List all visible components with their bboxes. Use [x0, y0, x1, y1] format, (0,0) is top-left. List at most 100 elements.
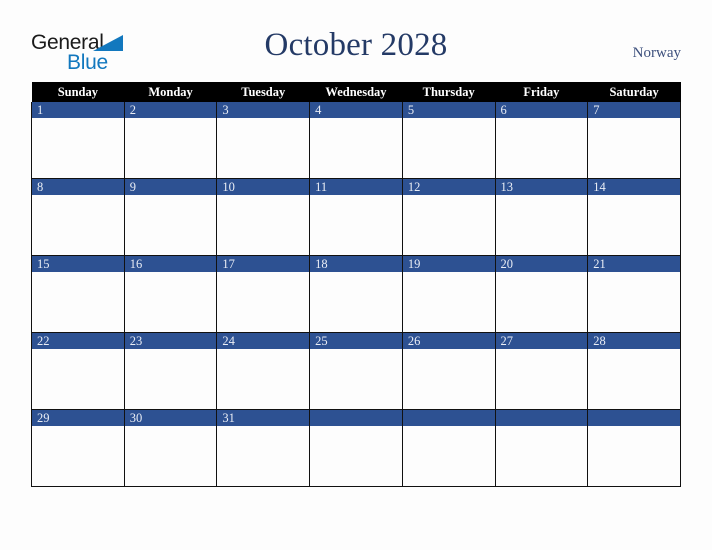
weekday-header-row: Sunday Monday Tuesday Wednesday Thursday… — [31, 82, 681, 102]
day-notes-area[interactable] — [217, 118, 310, 178]
day-number: 7 — [588, 102, 680, 118]
day-notes-area[interactable] — [310, 426, 402, 486]
day-notes-area[interactable] — [310, 272, 402, 332]
day-number: 24 — [217, 333, 310, 349]
calendar-day-cell[interactable]: 25 — [309, 332, 403, 410]
day-number: 26 — [402, 333, 495, 349]
day-notes-area[interactable] — [495, 195, 588, 255]
day-number — [588, 410, 680, 426]
day-notes-area[interactable] — [588, 118, 680, 178]
day-number: 11 — [310, 179, 402, 195]
calendar-week-row: 22 23 24 25 26 27 28 — [31, 332, 681, 410]
day-notes-area[interactable] — [402, 118, 495, 178]
day-notes-area[interactable] — [495, 272, 588, 332]
day-notes-area[interactable] — [124, 272, 217, 332]
day-number: 19 — [402, 256, 495, 272]
day-notes-area[interactable] — [310, 349, 402, 409]
day-notes-area[interactable] — [124, 195, 217, 255]
day-notes-area[interactable] — [310, 118, 402, 178]
day-number: 4 — [310, 102, 402, 118]
calendar-day-cell[interactable]: 30 — [123, 409, 218, 487]
calendar-day-cell[interactable]: 28 — [587, 332, 681, 410]
calendar-day-cell[interactable]: 20 — [494, 255, 589, 333]
calendar-day-cell[interactable]: 18 — [309, 255, 403, 333]
day-notes-area[interactable] — [402, 349, 495, 409]
calendar-day-cell[interactable]: 27 — [494, 332, 589, 410]
day-number: 15 — [32, 256, 124, 272]
day-number: 13 — [495, 179, 588, 195]
calendar-day-cell[interactable]: 11 — [309, 178, 403, 256]
weekday-header-tuesday: Tuesday — [216, 82, 310, 102]
day-number: 3 — [217, 102, 310, 118]
day-notes-area[interactable] — [402, 426, 495, 486]
calendar-day-cell[interactable]: 8 — [31, 178, 125, 256]
calendar-day-cell[interactable]: 5 — [401, 102, 496, 179]
day-notes-area[interactable] — [402, 272, 495, 332]
day-notes-area[interactable] — [588, 426, 680, 486]
day-number: 18 — [310, 256, 402, 272]
day-notes-area[interactable] — [32, 118, 124, 178]
day-number: 27 — [495, 333, 588, 349]
day-notes-area[interactable] — [124, 426, 217, 486]
page-header: General Blue October 2028 Norway — [0, 0, 712, 82]
calendar-day-cell-empty[interactable] — [401, 409, 496, 487]
calendar-day-cell[interactable]: 14 — [587, 178, 681, 256]
day-notes-area[interactable] — [402, 195, 495, 255]
calendar-week-row: 1 2 3 4 5 6 7 — [31, 102, 681, 179]
day-number: 20 — [495, 256, 588, 272]
calendar-day-cell[interactable]: 15 — [31, 255, 125, 333]
calendar-day-cell[interactable]: 26 — [401, 332, 496, 410]
calendar-day-cell-empty[interactable] — [494, 409, 589, 487]
calendar-day-cell[interactable]: 21 — [587, 255, 681, 333]
country-label: Norway — [632, 45, 681, 61]
day-notes-area[interactable] — [495, 349, 588, 409]
day-number: 28 — [588, 333, 680, 349]
day-notes-area[interactable] — [32, 195, 124, 255]
day-notes-area[interactable] — [495, 426, 588, 486]
day-notes-area[interactable] — [588, 195, 680, 255]
day-notes-area[interactable] — [588, 349, 680, 409]
calendar-day-cell[interactable]: 16 — [123, 255, 218, 333]
calendar-day-cell[interactable]: 6 — [494, 102, 589, 179]
day-notes-area[interactable] — [217, 426, 310, 486]
day-notes-area[interactable] — [588, 272, 680, 332]
day-notes-area[interactable] — [495, 118, 588, 178]
day-notes-area[interactable] — [32, 349, 124, 409]
calendar-day-cell[interactable]: 7 — [587, 102, 681, 179]
day-notes-area[interactable] — [217, 272, 310, 332]
weekday-header-monday: Monday — [124, 82, 217, 102]
day-notes-area[interactable] — [124, 349, 217, 409]
calendar-day-cell[interactable]: 22 — [31, 332, 125, 410]
calendar-day-cell[interactable]: 12 — [401, 178, 496, 256]
day-number: 30 — [124, 410, 217, 426]
day-notes-area[interactable] — [32, 272, 124, 332]
day-notes-area[interactable] — [32, 426, 124, 486]
calendar-day-cell[interactable]: 23 — [123, 332, 218, 410]
calendar-day-cell[interactable]: 9 — [123, 178, 218, 256]
day-notes-area[interactable] — [217, 195, 310, 255]
weekday-header-friday: Friday — [495, 82, 588, 102]
calendar-day-cell[interactable]: 13 — [494, 178, 589, 256]
calendar-day-cell[interactable]: 3 — [216, 102, 311, 179]
calendar-day-cell-empty[interactable] — [309, 409, 403, 487]
day-number: 9 — [124, 179, 217, 195]
calendar-day-cell[interactable]: 24 — [216, 332, 311, 410]
calendar-day-cell[interactable]: 4 — [309, 102, 403, 179]
day-notes-area[interactable] — [124, 118, 217, 178]
day-notes-area[interactable] — [217, 349, 310, 409]
calendar-day-cell[interactable]: 17 — [216, 255, 311, 333]
calendar-week-row: 8 9 10 11 12 13 14 — [31, 178, 681, 256]
calendar-day-cell[interactable]: 19 — [401, 255, 496, 333]
calendar-day-cell-empty[interactable] — [587, 409, 681, 487]
calendar-day-cell[interactable]: 1 — [31, 102, 125, 179]
day-number: 23 — [124, 333, 217, 349]
day-notes-area[interactable] — [310, 195, 402, 255]
day-number: 5 — [402, 102, 495, 118]
calendar-day-cell[interactable]: 31 — [216, 409, 311, 487]
day-number: 21 — [588, 256, 680, 272]
day-number: 31 — [217, 410, 310, 426]
calendar-day-cell[interactable]: 10 — [216, 178, 311, 256]
calendar-day-cell[interactable]: 2 — [123, 102, 218, 179]
calendar-day-cell[interactable]: 29 — [31, 409, 125, 487]
day-number: 29 — [32, 410, 124, 426]
